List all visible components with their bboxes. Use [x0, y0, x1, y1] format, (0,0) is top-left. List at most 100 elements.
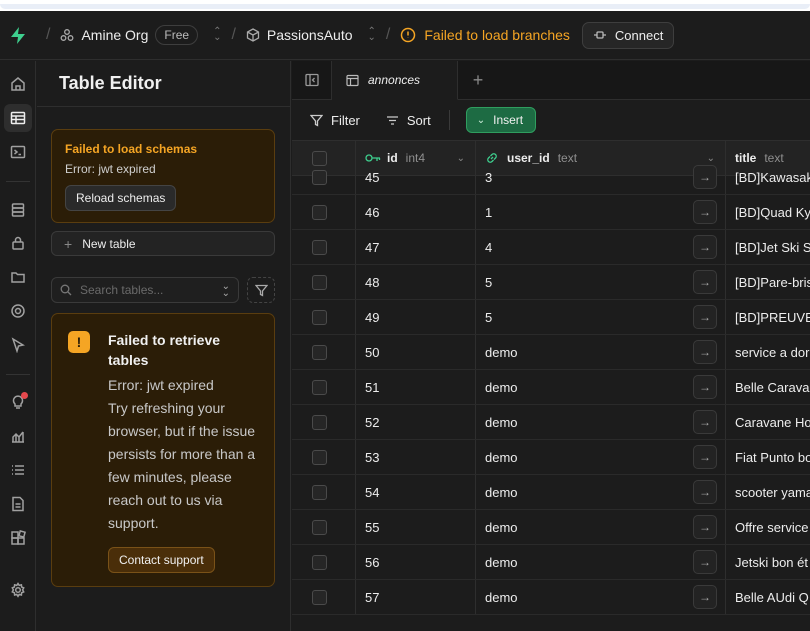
cell-id[interactable]: 46 [356, 195, 476, 229]
cell-title[interactable]: Belle AUdi Q [726, 580, 810, 614]
cell-id[interactable]: 52 [356, 405, 476, 439]
table-row[interactable]: 50 demo → service a dor [292, 335, 810, 370]
table-row[interactable]: 46 1 → [BD]Quad Ky [292, 195, 810, 230]
cell-id[interactable]: 55 [356, 510, 476, 544]
reports-chart-icon[interactable] [4, 422, 32, 450]
arrow-right-icon[interactable]: → [693, 515, 717, 539]
row-checkbox[interactable] [312, 274, 327, 290]
cell-title[interactable]: [BD]Pare-bris [726, 265, 810, 299]
cell-user-id[interactable]: 4 → [476, 230, 726, 264]
home-icon[interactable] [4, 70, 32, 98]
row-checkbox[interactable] [312, 519, 327, 535]
row-checkbox[interactable] [312, 414, 327, 430]
realtime-cursor-icon[interactable] [4, 331, 32, 359]
storage-icon[interactable] [4, 263, 32, 291]
contact-support-button[interactable]: Contact support [108, 547, 215, 573]
cell-title[interactable]: [BD]Kawasaki [726, 160, 810, 194]
api-docs-icon[interactable] [4, 490, 32, 518]
cell-user-id[interactable]: demo → [476, 545, 726, 579]
cell-user-id[interactable]: 5 → [476, 265, 726, 299]
cell-id[interactable]: 47 [356, 230, 476, 264]
cell-id[interactable]: 53 [356, 440, 476, 474]
cell-id[interactable]: 50 [356, 335, 476, 369]
cell-title[interactable]: scooter yama [726, 475, 810, 509]
arrow-right-icon[interactable]: → [693, 585, 717, 609]
arrow-right-icon[interactable]: → [693, 305, 717, 329]
cell-title[interactable]: Jetski bon ét [726, 545, 810, 579]
cell-id[interactable]: 51 [356, 370, 476, 404]
cell-user-id[interactable]: demo → [476, 510, 726, 544]
add-tab-icon[interactable]: + [458, 61, 498, 99]
cell-title[interactable]: Fiat Punto bo [726, 440, 810, 474]
arrow-right-icon[interactable]: → [693, 270, 717, 294]
table-row[interactable]: 52 demo → Caravane Ho [292, 405, 810, 440]
cell-user-id[interactable]: demo → [476, 335, 726, 369]
sort-button[interactable]: Sort [386, 113, 431, 128]
cell-id[interactable]: 45 [356, 160, 476, 194]
project-selector[interactable]: PassionsAuto ⌃ ⌄ [246, 27, 376, 43]
arrow-right-icon[interactable]: → [693, 410, 717, 434]
table-editor-icon[interactable] [4, 104, 32, 132]
cell-user-id[interactable]: 5 → [476, 300, 726, 334]
table-row[interactable]: 48 5 → [BD]Pare-bris [292, 265, 810, 300]
cell-title[interactable]: Caravane Ho [726, 405, 810, 439]
search-tables-input[interactable]: Search tables... ⌄ ⌄ [51, 277, 239, 303]
cell-user-id[interactable]: demo → [476, 405, 726, 439]
collapse-sidebar-icon[interactable] [292, 61, 332, 99]
row-checkbox[interactable] [312, 344, 327, 360]
table-row[interactable]: 51 demo → Belle Carava [292, 370, 810, 405]
cell-id[interactable]: 48 [356, 265, 476, 299]
new-table-button[interactable]: + New table [51, 231, 275, 256]
cell-id[interactable]: 49 [356, 300, 476, 334]
arrow-right-icon[interactable]: → [693, 550, 717, 574]
supabase-logo-icon[interactable] [0, 26, 36, 44]
cell-id[interactable]: 57 [356, 580, 476, 614]
table-row[interactable]: 53 demo → Fiat Punto bo [292, 440, 810, 475]
logs-list-icon[interactable] [4, 456, 32, 484]
table-row[interactable]: 45 3 → [BD]Kawasaki [292, 160, 810, 195]
connect-button[interactable]: Connect [581, 21, 675, 49]
chevron-up-down-icon[interactable]: ⌃ ⌄ [213, 27, 221, 43]
advisors-lightbulb-icon[interactable] [4, 388, 32, 416]
cell-user-id[interactable]: demo → [476, 370, 726, 404]
row-checkbox[interactable] [312, 589, 327, 605]
reload-schemas-button[interactable]: Reload schemas [65, 185, 177, 211]
row-checkbox[interactable] [312, 554, 327, 570]
cell-id[interactable]: 56 [356, 545, 476, 579]
arrow-right-icon[interactable]: → [693, 375, 717, 399]
row-checkbox[interactable] [312, 449, 327, 465]
arrow-right-icon[interactable]: → [693, 165, 717, 189]
insert-button[interactable]: ⌄ Insert [465, 107, 537, 133]
cell-user-id[interactable]: 3 → [476, 160, 726, 194]
cell-user-id[interactable]: 1 → [476, 195, 726, 229]
chevrons-icon[interactable]: ⌄ ⌄ [222, 282, 230, 299]
table-row[interactable]: 56 demo → Jetski bon ét [292, 545, 810, 580]
edge-functions-icon[interactable] [4, 297, 32, 325]
settings-gear-icon[interactable] [4, 576, 32, 604]
row-checkbox[interactable] [312, 484, 327, 500]
auth-lock-icon[interactable] [4, 229, 32, 257]
row-checkbox[interactable] [312, 239, 327, 255]
row-checkbox[interactable] [312, 169, 327, 185]
integrations-icon[interactable] [4, 524, 32, 552]
row-checkbox[interactable] [312, 309, 327, 325]
arrow-right-icon[interactable]: → [693, 235, 717, 259]
table-row[interactable]: 49 5 → [BD]PREUVE [292, 300, 810, 335]
arrow-right-icon[interactable]: → [693, 480, 717, 504]
cell-title[interactable]: [BD]PREUVE [726, 300, 810, 334]
table-row[interactable]: 57 demo → Belle AUdi Q [292, 580, 810, 615]
database-icon[interactable] [4, 196, 32, 224]
cell-user-id[interactable]: demo → [476, 440, 726, 474]
cell-title[interactable]: service a dor [726, 335, 810, 369]
table-row[interactable]: 54 demo → scooter yama [292, 475, 810, 510]
filter-tables-button[interactable] [247, 277, 275, 303]
cell-title[interactable]: [BD]Jet Ski S [726, 230, 810, 264]
table-row[interactable]: 47 4 → [BD]Jet Ski S [292, 230, 810, 265]
cell-user-id[interactable]: demo → [476, 475, 726, 509]
tab-annonces[interactable]: annonces [332, 61, 458, 100]
filter-button[interactable]: Filter [310, 113, 360, 128]
row-checkbox[interactable] [312, 204, 327, 220]
cell-title[interactable]: Belle Carava [726, 370, 810, 404]
arrow-right-icon[interactable]: → [693, 200, 717, 224]
cell-id[interactable]: 54 [356, 475, 476, 509]
